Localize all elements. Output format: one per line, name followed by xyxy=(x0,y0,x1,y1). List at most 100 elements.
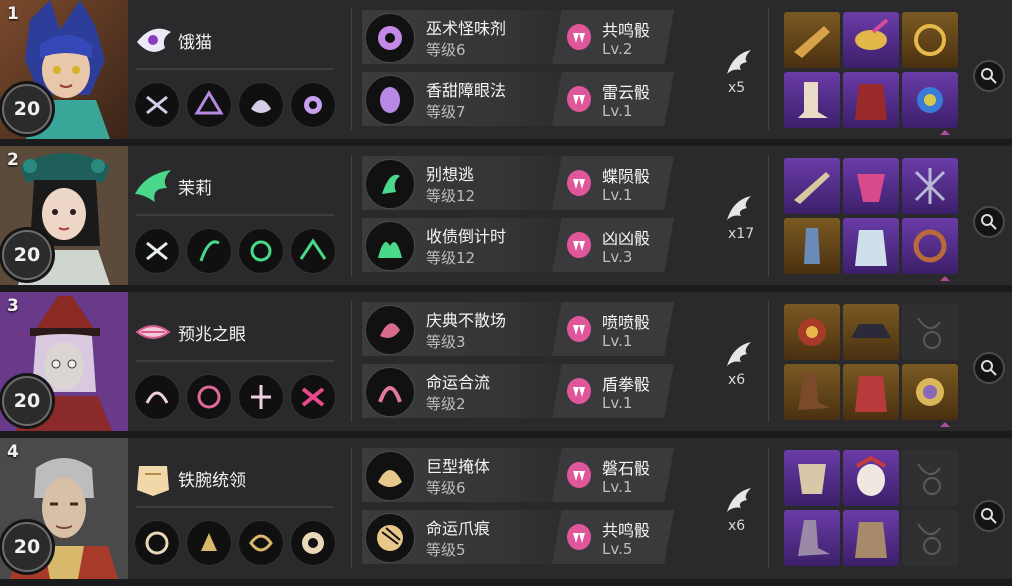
equipment-slot[interactable] xyxy=(784,158,840,214)
section-divider xyxy=(768,301,769,422)
skill-slot[interactable]: 巨型掩体 等级6 xyxy=(362,448,568,502)
dice-slot[interactable]: 共鸣骰 Lv.2 xyxy=(552,10,674,64)
rank-number: 2 xyxy=(7,150,19,170)
persona-trait-icon[interactable] xyxy=(238,82,284,128)
corner-marker xyxy=(940,422,950,427)
dice-slot[interactable]: 雷云骰 Lv.1 xyxy=(552,72,674,126)
section-divider xyxy=(351,447,352,568)
equipment-slot-empty[interactable] xyxy=(902,510,958,566)
skill-name: 命运爪痕 xyxy=(426,519,491,538)
wing-emblem-icon xyxy=(727,342,751,366)
persona-trait-icon[interactable] xyxy=(134,82,180,128)
persona-trait-icon[interactable] xyxy=(134,374,180,420)
skill-level: 等级2 xyxy=(426,395,466,413)
inspect-button[interactable] xyxy=(973,206,1005,238)
character-row-2[interactable]: 2 20 茉莉 别想逃 等级12 蝶陨骰 Lv.1 收债倒计时 等级12 凶凶骰… xyxy=(0,146,1012,292)
fang-dice-icon xyxy=(567,24,591,50)
equipment-slot[interactable] xyxy=(902,158,958,214)
skill-slot[interactable]: 收债倒计时 等级12 xyxy=(362,218,568,272)
persona-trait-icon[interactable] xyxy=(134,520,180,566)
character-emblem-icon xyxy=(137,28,171,52)
equipment-slot[interactable] xyxy=(843,72,899,128)
equipment-slot[interactable] xyxy=(784,364,840,420)
dice-slot[interactable]: 蝶陨骰 Lv.1 xyxy=(552,156,674,210)
equipment-slot[interactable] xyxy=(843,364,899,420)
character-level-badge: 20 xyxy=(2,522,52,572)
dice-level: Lv.1 xyxy=(602,186,633,204)
section-divider xyxy=(768,9,769,130)
skill-level: 等级5 xyxy=(426,541,466,559)
equipment-slot[interactable] xyxy=(784,12,840,68)
dice-slot[interactable]: 磐石骰 Lv.1 xyxy=(552,448,674,502)
equipment-slot[interactable] xyxy=(784,218,840,274)
character-name: 饿猫 xyxy=(178,33,212,53)
persona-trait-icon[interactable] xyxy=(290,82,336,128)
dice-level: Lv.1 xyxy=(602,332,633,350)
equipment-slot[interactable] xyxy=(902,218,958,274)
persona-trait-icon[interactable] xyxy=(290,228,336,274)
rank-number: 4 xyxy=(7,442,19,462)
character-row-4[interactable]: 4 20 铁腕统领 巨型掩体 等级6 磐石骰 Lv.1 命运爪痕 等级5 共鸣骰… xyxy=(0,438,1012,586)
persona-trait-icon[interactable] xyxy=(290,520,336,566)
equipment-slot[interactable] xyxy=(784,510,840,566)
persona-trait-icon[interactable] xyxy=(238,520,284,566)
skill-level: 等级7 xyxy=(426,103,466,121)
skill-slot[interactable]: 命运爪痕 等级5 xyxy=(362,510,568,564)
section-divider xyxy=(768,447,769,568)
character-emblem-icon xyxy=(135,325,171,339)
persona-trait-icon[interactable] xyxy=(186,82,232,128)
persona-trait-icon[interactable] xyxy=(186,228,232,274)
skill-slot[interactable]: 香甜障眼法 等级7 xyxy=(362,72,568,126)
skill-slot[interactable]: 庆典不散场 等级3 xyxy=(362,302,568,356)
dice-name: 共鸣骰 xyxy=(602,21,651,40)
persona-trait-icon[interactable] xyxy=(238,374,284,420)
persona-trait-icon[interactable] xyxy=(238,228,284,274)
character-name: 茉莉 xyxy=(178,179,212,199)
equipment-slot[interactable] xyxy=(843,218,899,274)
equipment-slot[interactable] xyxy=(843,510,899,566)
skill-icon xyxy=(365,75,415,125)
inspect-button[interactable] xyxy=(973,352,1005,384)
wing-emblem-icon xyxy=(727,196,751,220)
dice-slot[interactable]: 盾拳骰 Lv.1 xyxy=(552,364,674,418)
equipment-slot[interactable] xyxy=(784,450,840,506)
skill-name: 巫术怪味剂 xyxy=(426,19,507,38)
count-label: x5 xyxy=(728,80,746,96)
dice-slot[interactable]: 凶凶骰 Lv.3 xyxy=(552,218,674,272)
skill-slot[interactable]: 命运合流 等级2 xyxy=(362,364,568,418)
section-divider xyxy=(768,155,769,276)
inspect-button[interactable] xyxy=(973,500,1005,532)
persona-trait-icon[interactable] xyxy=(290,374,336,420)
equipment-slot[interactable] xyxy=(843,450,899,506)
character-row-1[interactable]: 1 20 饿猫 巫术怪味剂 等级6 共鸣骰 Lv.2 香甜障眼法 等级7 雷云骰… xyxy=(0,0,1012,146)
inspect-button[interactable] xyxy=(973,60,1005,92)
persona-trait-icon[interactable] xyxy=(186,520,232,566)
count-label: x6 xyxy=(728,372,746,388)
persona-trait-icon[interactable] xyxy=(186,374,232,420)
equipment-slot[interactable] xyxy=(843,304,899,360)
dice-slot[interactable]: 共鸣骰 Lv.5 xyxy=(552,510,674,564)
section-divider xyxy=(351,9,352,130)
equipment-slot[interactable] xyxy=(902,72,958,128)
name-divider xyxy=(136,68,334,70)
equipment-slot-empty[interactable] xyxy=(902,304,958,360)
character-level-badge: 20 xyxy=(2,84,52,134)
equipment-slot[interactable] xyxy=(902,12,958,68)
skill-level: 等级12 xyxy=(426,249,476,267)
rank-number: 3 xyxy=(7,296,19,316)
dice-slot[interactable]: 喷喷骰 Lv.1 xyxy=(552,302,674,356)
skill-icon xyxy=(365,513,415,563)
persona-trait-icon[interactable] xyxy=(134,228,180,274)
skill-slot[interactable]: 巫术怪味剂 等级6 xyxy=(362,10,568,64)
equipment-slot[interactable] xyxy=(843,12,899,68)
skill-slot[interactable]: 别想逃 等级12 xyxy=(362,156,568,210)
magnifier-icon xyxy=(981,214,997,230)
equipment-slot[interactable] xyxy=(784,304,840,360)
equipment-slot[interactable] xyxy=(784,72,840,128)
equipment-slot-empty[interactable] xyxy=(902,450,958,506)
skill-icon xyxy=(365,305,415,355)
name-divider xyxy=(136,506,334,508)
equipment-slot[interactable] xyxy=(843,158,899,214)
equipment-slot[interactable] xyxy=(902,364,958,420)
character-row-3[interactable]: 3 20 预兆之眼 庆典不散场 等级3 喷喷骰 Lv.1 命运合流 等级2 盾拳… xyxy=(0,292,1012,438)
